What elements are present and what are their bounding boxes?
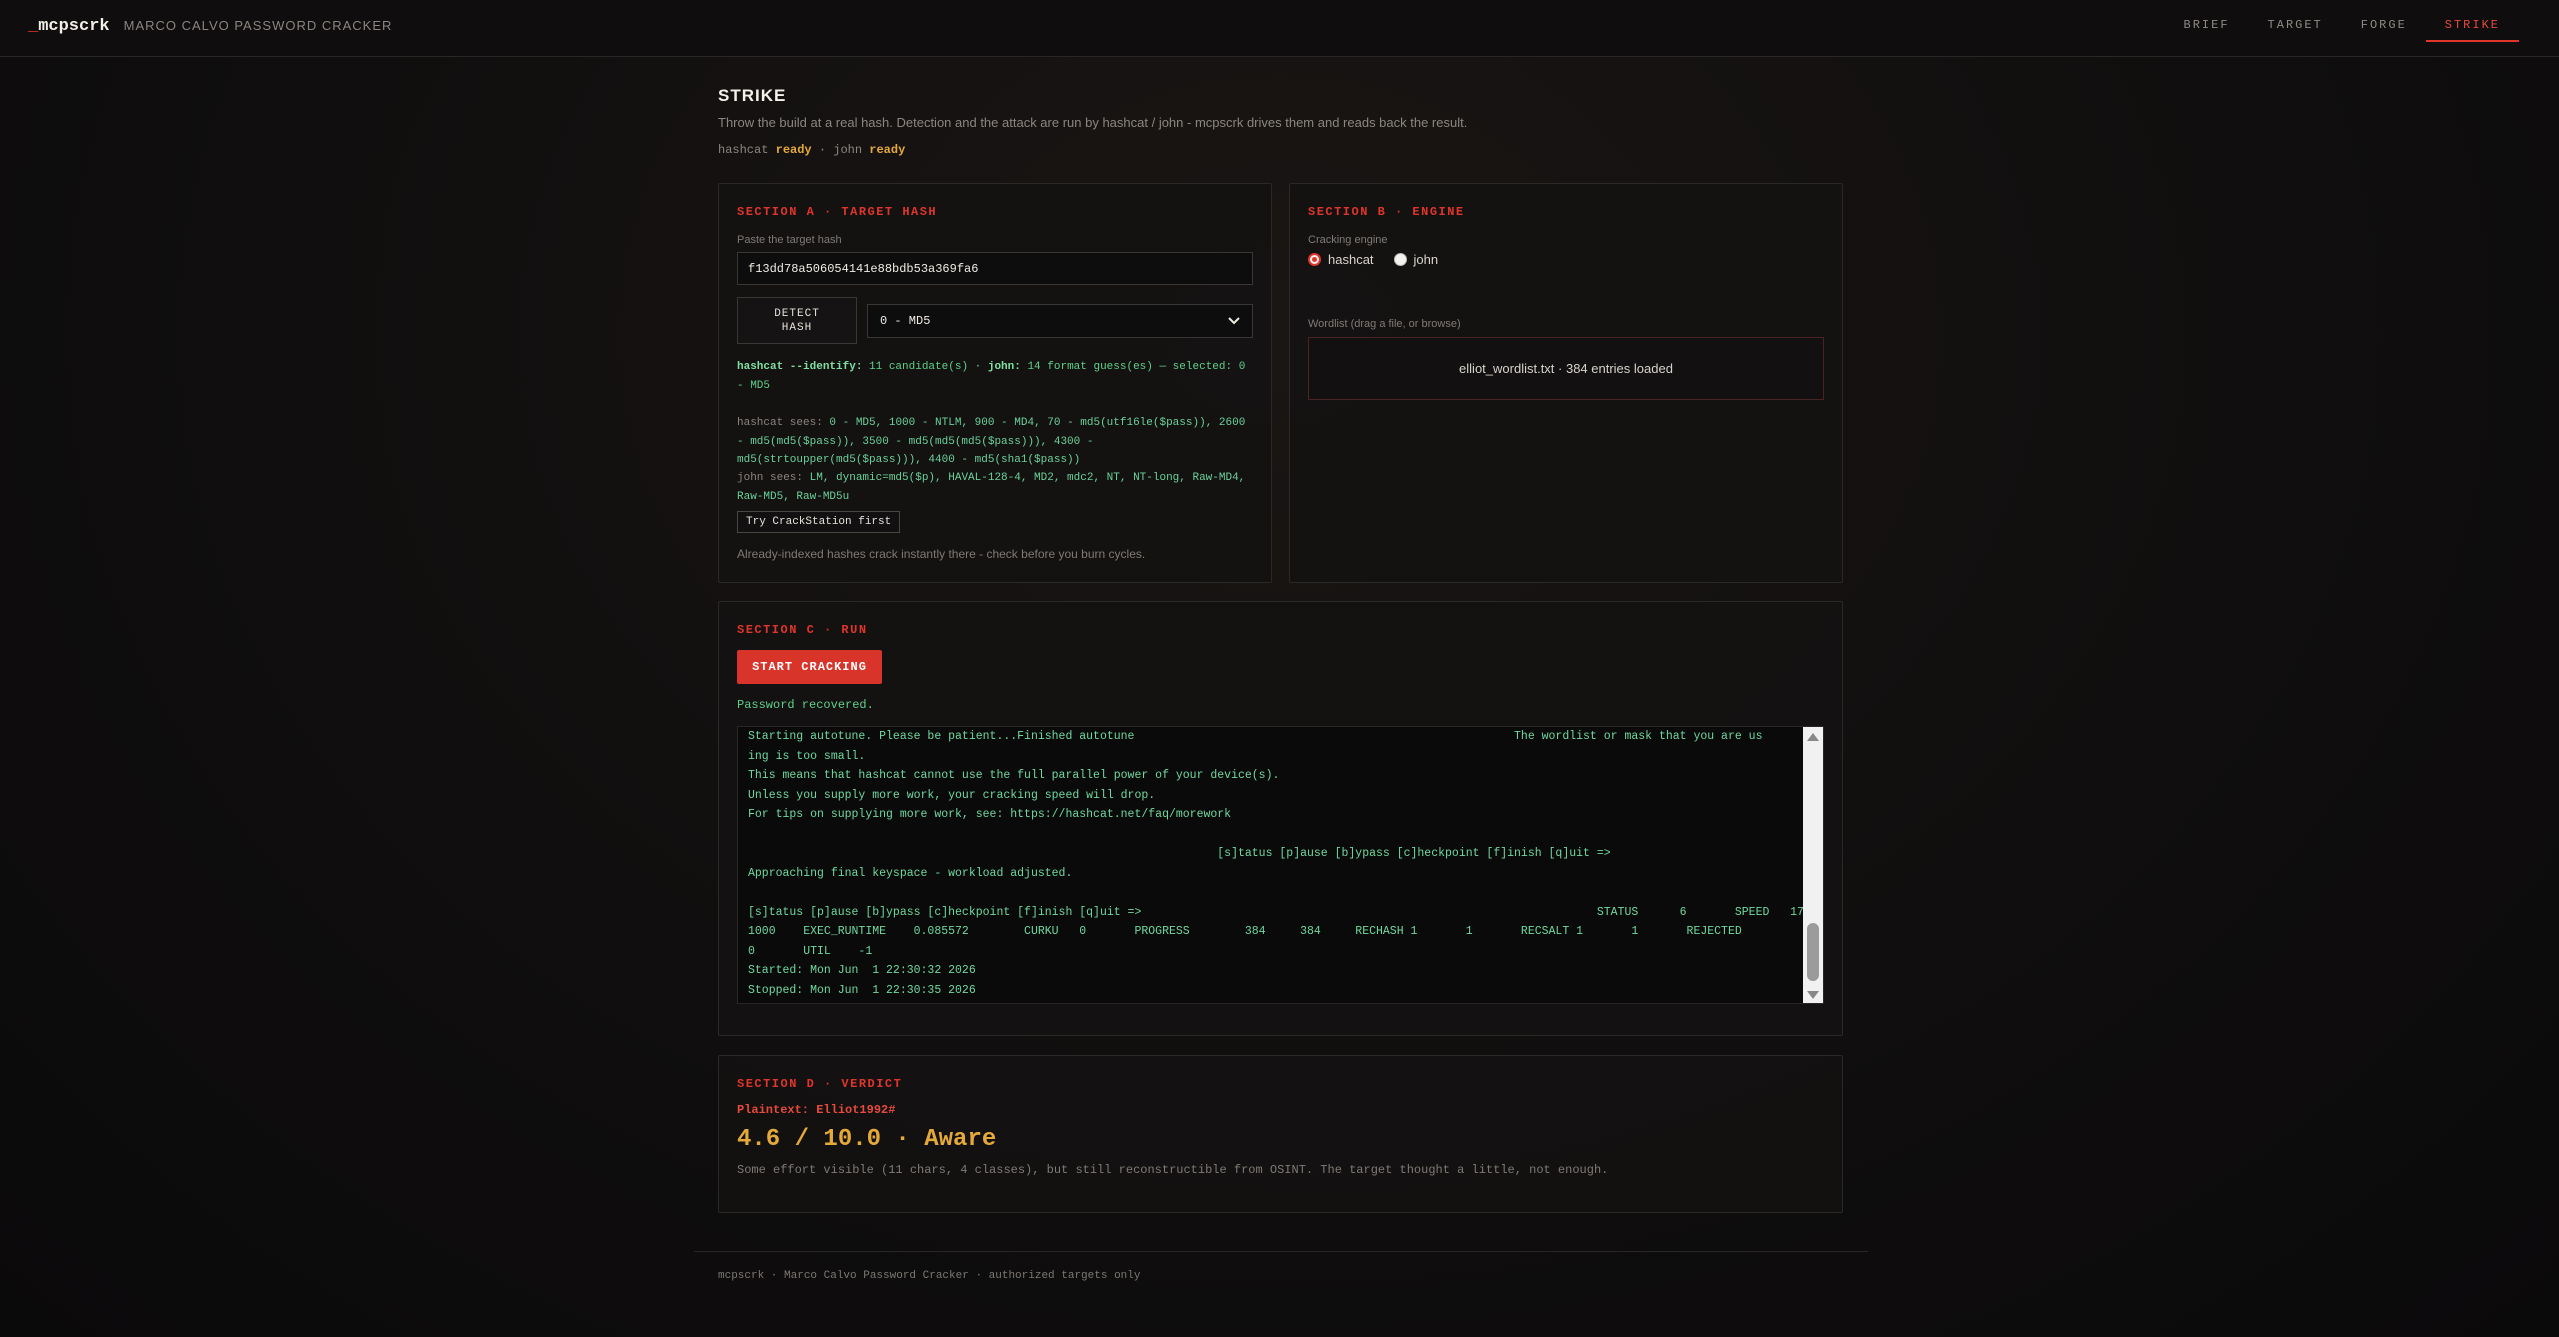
footer-divider bbox=[694, 1251, 1868, 1252]
john-sees: john sees: LM, dynamic=md5($p), HAVAL-12… bbox=[737, 469, 1253, 506]
terminal-line: Approaching final keyspace - workload ad… bbox=[748, 866, 1073, 880]
engine-radio-john[interactable]: john bbox=[1393, 252, 1439, 267]
plaintext-value: Elliot1992# bbox=[816, 1103, 896, 1117]
detect-label-line1: DETECT bbox=[774, 307, 820, 320]
top-bar: _mcpscrk MARCO CALVO PASSWORD CRACKER BR… bbox=[0, 0, 2559, 57]
terminal-content: Starting autotune. Please be patient...F… bbox=[738, 727, 1805, 1003]
engine-status: hashcat ready · john ready bbox=[718, 143, 905, 157]
terminal-line: [s]tatus [p]ause [b]ypass [c]heckpoint [… bbox=[748, 847, 1611, 860]
crackstation-button[interactable]: Try CrackStation first bbox=[737, 511, 901, 533]
section-b-title: SECTION B · ENGINE bbox=[1308, 205, 1465, 219]
hashcat-sees-label: hashcat sees: bbox=[737, 417, 823, 429]
strength-score: 4.6 / 10.0 · Aware bbox=[737, 1126, 997, 1153]
radio-checked-icon[interactable] bbox=[1308, 253, 1321, 266]
nav-item-target[interactable]: TARGET bbox=[2249, 0, 2342, 57]
footer: mcpscrk · Marco Calvo Password Cracker ·… bbox=[718, 1270, 1141, 1282]
page-subtitle: Throw the build at a real hash. Detectio… bbox=[718, 115, 1468, 130]
crackstation-note: Already-indexed hashes crack instantly t… bbox=[737, 547, 1146, 561]
identify-john-label: john: bbox=[987, 361, 1021, 373]
identify-hashcat-count: 11 candidate(s) · bbox=[862, 361, 988, 373]
terminal-output[interactable]: Starting autotune. Please be patient...F… bbox=[737, 726, 1824, 1004]
main-nav: BRIEF TARGET FORGE STRIKE bbox=[2165, 0, 2519, 57]
engine-label: Cracking engine bbox=[1308, 234, 1388, 246]
nav-item-forge[interactable]: FORGE bbox=[2342, 0, 2426, 57]
status-separator: · bbox=[818, 143, 827, 157]
wordlist-dropzone[interactable]: elliot_wordlist.txt · 384 entries loaded bbox=[1308, 337, 1824, 400]
detect-label-line2: HASH bbox=[781, 321, 813, 334]
identify-cmd: hashcat --identify: bbox=[737, 361, 863, 373]
terminal-line: Starting autotune. Please be patient...F… bbox=[748, 730, 1763, 743]
brand[interactable]: _mcpscrk MARCO CALVO PASSWORD CRACKER bbox=[28, 17, 392, 36]
run-result-message: Password recovered. bbox=[737, 698, 874, 712]
terminal-line: 0 UTIL -1 bbox=[748, 944, 873, 958]
start-cracking-button[interactable]: START CRACKING bbox=[737, 650, 882, 684]
john-status-badge: ready bbox=[869, 143, 906, 157]
logo-underscore: _ bbox=[28, 17, 39, 36]
chevron-down-icon bbox=[1228, 317, 1240, 325]
radio-unchecked-icon[interactable] bbox=[1393, 253, 1407, 266]
hash-input-label: Paste the target hash bbox=[737, 234, 842, 246]
terminal-line: 1000 EXEC_RUNTIME 0.085572 CURKU 0 PROGR… bbox=[748, 925, 1742, 938]
hash-input[interactable] bbox=[737, 252, 1253, 285]
nav-item-brief[interactable]: BRIEF bbox=[2165, 0, 2249, 57]
section-a-target-hash: SECTION A · TARGET HASH Paste the target… bbox=[718, 183, 1272, 583]
terminal-line: Started: Mon Jun 1 22:30:32 2026 bbox=[748, 964, 976, 977]
terminal-line: Stopped: Mon Jun 1 22:30:35 2026 bbox=[748, 983, 976, 997]
engine-radio-group: hashcat john bbox=[1308, 252, 1438, 267]
engine-john-label: john bbox=[1413, 252, 1439, 267]
hashcat-status-label: hashcat bbox=[718, 143, 769, 157]
wordlist-label: Wordlist (drag a file, or browse) bbox=[1308, 318, 1461, 330]
brand-logo[interactable]: _mcpscrk bbox=[28, 17, 110, 36]
engine-radio-hashcat[interactable]: hashcat bbox=[1308, 252, 1374, 267]
identify-result: hashcat --identify: 11 candidate(s) · jo… bbox=[737, 358, 1253, 396]
logo-name: mcpscrk bbox=[38, 17, 110, 36]
terminal-line: Unless you supply more work, your cracki… bbox=[748, 788, 1156, 802]
section-a-title: SECTION A · TARGET HASH bbox=[737, 205, 938, 219]
plaintext-label: Plaintext: bbox=[737, 1103, 810, 1117]
detect-hash-button[interactable]: DETECT HASH bbox=[737, 297, 857, 344]
hashcat-sees: hashcat sees: 0 - MD5, 1000 - NTLM, 900 … bbox=[737, 414, 1253, 470]
engine-hashcat-label: hashcat bbox=[1328, 252, 1374, 267]
scrollbar-thumb[interactable] bbox=[1807, 923, 1819, 981]
section-c-run: SECTION C · RUN START CRACKING Password … bbox=[718, 601, 1843, 1036]
terminal-line: ing is too small. bbox=[748, 749, 866, 763]
brand-subtitle: MARCO CALVO PASSWORD CRACKER bbox=[123, 18, 393, 33]
section-d-verdict: SECTION D · VERDICT Plaintext: Elliot199… bbox=[718, 1055, 1843, 1213]
verdict-description: Some effort visible (11 chars, 4 classes… bbox=[737, 1163, 1609, 1177]
terminal-line: For tips on supplying more work, see: ht… bbox=[748, 808, 1232, 821]
nav-item-strike[interactable]: STRIKE bbox=[2425, 0, 2519, 42]
john-sees-list: LM, dynamic=md5($p), HAVAL-128-4, MD2, m… bbox=[737, 472, 1246, 503]
terminal-line: [s]tatus [p]ause [b]ypass [c]heckpoint [… bbox=[748, 905, 1805, 919]
arrow-up-icon[interactable] bbox=[1807, 733, 1819, 741]
terminal-line: This means that hashcat cannot use the f… bbox=[748, 769, 1280, 782]
section-b-engine: SECTION B · ENGINE Cracking engine hashc… bbox=[1289, 183, 1843, 583]
terminal-scrollbar[interactable] bbox=[1803, 727, 1823, 1003]
hash-mode-select[interactable]: 0 - MD5 bbox=[867, 304, 1253, 338]
arrow-down-icon[interactable] bbox=[1807, 991, 1819, 999]
plaintext-result: Plaintext: Elliot1992# bbox=[737, 1103, 895, 1117]
section-c-title: SECTION C · RUN bbox=[737, 623, 868, 637]
section-d-title: SECTION D · VERDICT bbox=[737, 1077, 903, 1091]
hash-mode-selected: 0 - MD5 bbox=[880, 314, 931, 328]
page-title: STRIKE bbox=[718, 86, 787, 105]
hashcat-status-badge: ready bbox=[775, 143, 812, 157]
john-sees-label: john sees: bbox=[737, 472, 804, 484]
john-status-label: john bbox=[833, 143, 863, 157]
